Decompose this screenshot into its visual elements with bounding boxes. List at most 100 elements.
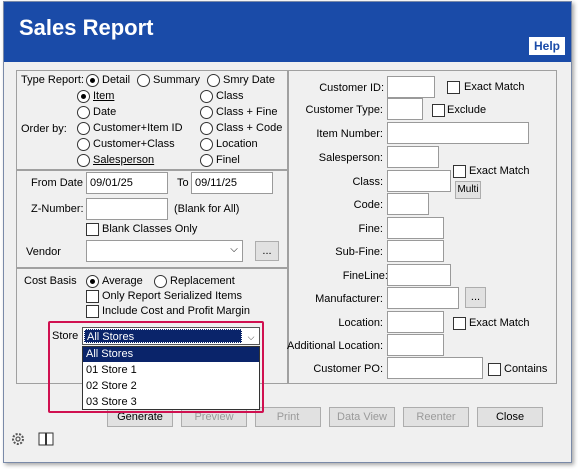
data-view-button[interactable]: Data View	[329, 407, 395, 427]
order-class-radio[interactable]	[200, 90, 213, 103]
from-date-label: From Date	[31, 177, 83, 189]
margin-label: Include Cost and Profit Margin	[102, 305, 250, 317]
znumber-hint: (Blank for All)	[174, 203, 240, 215]
customer-id-label: Customer ID:	[319, 82, 384, 94]
additional-location-label: Additional Location:	[286, 340, 383, 352]
customer-po-contains-label: Contains	[504, 363, 548, 375]
class-exact-match-checkbox[interactable]	[453, 165, 466, 178]
customer-po-input[interactable]	[387, 357, 483, 379]
salesperson-label: Salesperson:	[318, 152, 383, 164]
order-customer-class-radio[interactable]	[77, 138, 90, 151]
manufacturer-browse-button[interactable]: ...	[465, 287, 486, 308]
title-bar: Sales Report Help	[4, 2, 571, 62]
store-option[interactable]: 02 Store 2	[83, 379, 259, 394]
store-selected-value: All Stores	[84, 329, 242, 343]
class-input[interactable]	[387, 170, 451, 192]
fine-label: Fine:	[358, 223, 383, 235]
manufacturer-input[interactable]	[387, 287, 459, 309]
znumber-input[interactable]	[86, 198, 168, 220]
blank-classes-label: Blank Classes Only	[102, 223, 198, 235]
margin-checkbox[interactable]	[86, 305, 99, 318]
store-dropdown-list: All Stores 01 Store 1 02 Store 2 03 Stor…	[82, 346, 260, 410]
order-customer-item-label: Customer+Item ID	[93, 122, 183, 134]
from-date-input[interactable]: 09/01/25	[86, 172, 168, 194]
order-location-radio[interactable]	[200, 138, 213, 151]
customer-type-input[interactable]	[387, 98, 423, 120]
help-button[interactable]: Help	[528, 37, 565, 55]
window-title: Sales Report	[19, 15, 154, 40]
order-salesperson-radio[interactable]	[77, 154, 90, 167]
manufacturer-label: Manufacturer:	[315, 293, 383, 305]
order-date-label: Date	[93, 106, 117, 118]
store-label: Store	[52, 330, 79, 342]
item-number-label: Item Number:	[316, 128, 383, 140]
customer-type-exclude-checkbox[interactable]	[432, 104, 445, 117]
order-customer-class-label: Customer+Class	[93, 138, 175, 150]
serialized-checkbox[interactable]	[86, 290, 99, 303]
order-finel-label: Finel	[216, 154, 240, 166]
customer-id-input[interactable]	[387, 76, 435, 98]
store-select[interactable]: All Stores ⌵	[82, 327, 260, 345]
settings-gear-icon[interactable]	[9, 430, 27, 448]
book-icon[interactable]	[37, 430, 55, 448]
cost-replacement-radio[interactable]	[154, 275, 167, 288]
additional-location-input[interactable]	[387, 334, 444, 356]
store-option[interactable]: All Stores	[83, 347, 259, 362]
store-option[interactable]: 03 Store 3	[83, 395, 259, 410]
cost-average-label: Average	[102, 275, 143, 287]
store-dropdown-arrow-icon[interactable]: ⌵	[243, 328, 259, 344]
class-exact-match-label: Exact Match	[469, 165, 530, 177]
to-date-label: To	[177, 177, 189, 189]
type-smry-date-radio[interactable]	[207, 74, 220, 87]
salesperson-input[interactable]	[387, 146, 439, 168]
fineline-input[interactable]	[387, 264, 451, 286]
fine-input[interactable]	[387, 217, 444, 239]
customer-exact-match-label: Exact Match	[464, 81, 525, 93]
order-item-radio[interactable]	[77, 90, 90, 103]
vendor-select[interactable]	[86, 240, 243, 262]
subfine-input[interactable]	[387, 240, 444, 262]
cost-replacement-label: Replacement	[170, 275, 235, 287]
order-by-label: Order by:	[21, 123, 67, 135]
order-item-label: Item	[93, 90, 115, 102]
code-input[interactable]	[387, 193, 429, 215]
subfine-label: Sub-Fine:	[335, 246, 383, 258]
vendor-label: Vendor	[26, 246, 61, 258]
order-date-radio[interactable]	[77, 106, 90, 119]
item-number-input[interactable]	[387, 122, 529, 144]
type-detail-radio[interactable]	[86, 74, 99, 87]
to-date-input[interactable]: 09/11/25	[191, 172, 273, 194]
vendor-dropdown-arrow-icon[interactable]: ⌵	[226, 244, 242, 255]
customer-po-label: Customer PO:	[313, 363, 383, 375]
order-class-code-radio[interactable]	[200, 122, 213, 135]
type-report-label: Type Report:	[21, 74, 84, 86]
order-class-fine-radio[interactable]	[200, 106, 213, 119]
order-customer-item-radio[interactable]	[77, 122, 90, 135]
customer-type-exclude-label: Exclude	[447, 104, 487, 116]
customer-exact-match-checkbox[interactable]	[447, 81, 460, 94]
class-multi-button[interactable]: Multi	[455, 181, 481, 199]
print-button[interactable]: Print	[255, 407, 321, 427]
store-option[interactable]: 01 Store 1	[83, 363, 259, 378]
cost-average-radio[interactable]	[86, 275, 99, 288]
znumber-label: Z-Number:	[31, 203, 84, 215]
type-summary-label: Summary	[153, 74, 201, 86]
type-detail-label: Detail	[102, 74, 131, 86]
close-button[interactable]: Close	[477, 407, 543, 427]
type-summary-radio[interactable]	[137, 74, 150, 87]
blank-classes-checkbox[interactable]	[86, 223, 99, 236]
location-label: Location:	[338, 317, 383, 329]
order-salesperson-label: Salesperson	[93, 154, 155, 166]
order-finel-radio[interactable]	[200, 154, 213, 167]
customer-type-label: Customer Type:	[305, 104, 383, 116]
order-location-label: Location	[216, 138, 258, 150]
location-input[interactable]	[387, 311, 444, 333]
location-exact-match-checkbox[interactable]	[453, 317, 466, 330]
customer-po-contains-checkbox[interactable]	[488, 363, 501, 376]
fineline-label: FineLine:	[342, 270, 388, 282]
serialized-label: Only Report Serialized Items	[102, 290, 242, 302]
reenter-button[interactable]: Reenter	[403, 407, 469, 427]
location-exact-match-label: Exact Match	[469, 317, 530, 329]
class-label: Class:	[352, 176, 383, 188]
code-label: Code:	[353, 199, 383, 211]
